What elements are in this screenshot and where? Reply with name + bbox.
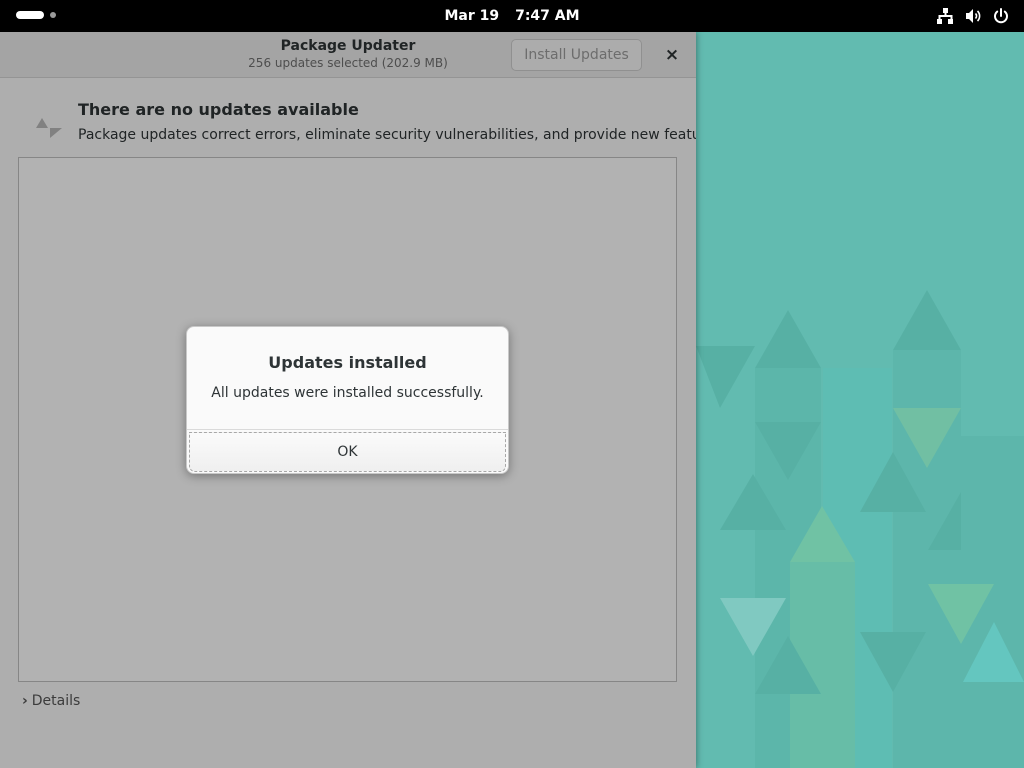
top-bar: Mar 19 7:47 AM [0,0,1024,32]
dialog-title: Updates installed [268,353,427,372]
clock-time[interactable]: 7:47 AM [515,8,579,24]
clock: Mar 19 7:47 AM [0,0,1024,32]
dialog-message: All updates were installed successfully. [211,385,484,401]
clock-date[interactable]: Mar 19 [444,8,499,24]
workspace-indicator-active [16,11,44,19]
ok-button[interactable]: OK [189,432,506,472]
dialog-separator [187,429,508,430]
activities-button[interactable] [16,11,56,19]
power-icon[interactable] [992,7,1010,25]
system-tray[interactable] [936,0,1010,32]
updates-installed-dialog: Updates installed All updates were insta… [186,326,509,474]
volume-icon[interactable] [964,7,982,25]
network-icon[interactable] [936,7,954,25]
workspace-indicator [50,12,56,18]
